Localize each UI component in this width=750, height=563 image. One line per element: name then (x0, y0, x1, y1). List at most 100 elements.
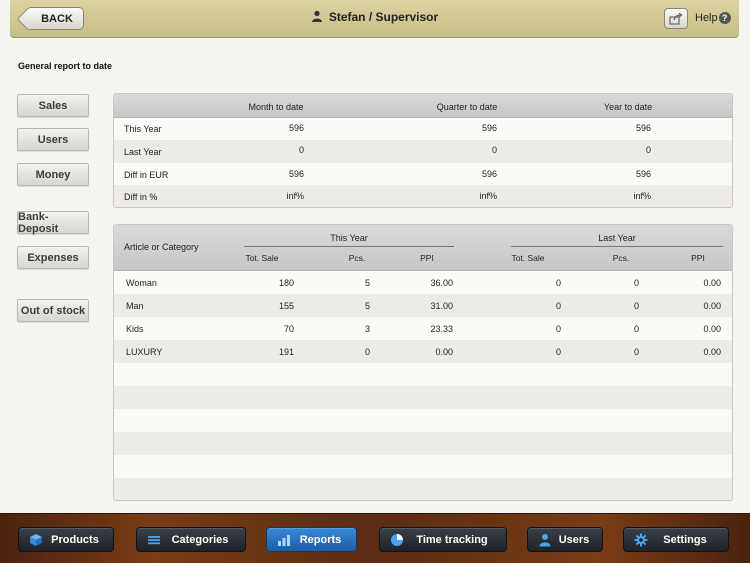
row-name: Kids (126, 324, 144, 334)
sidebar-bank-deposit-button[interactable]: Bank-Deposit (17, 211, 89, 235)
cell-value: 0 (633, 324, 639, 334)
cell-value: 596 (481, 169, 497, 179)
sidebar-expenses-button[interactable]: Expenses (17, 246, 89, 269)
cell-value: 0 (555, 347, 561, 357)
cell-value: 0 (645, 145, 651, 155)
cell-value: 0.00 (435, 347, 453, 357)
empty-row (114, 363, 732, 386)
tab-time-tracking[interactable]: Time tracking (379, 527, 507, 552)
cell-value: 0 (555, 324, 561, 334)
empty-row (114, 409, 732, 432)
cell-value: inf% (479, 191, 497, 201)
cell-value: 596 (635, 123, 651, 133)
col-tot-sale: Tot. Sale (511, 253, 545, 263)
table-row[interactable]: Woman 180 5 36.00 0 0 0.00 (114, 271, 732, 294)
group-this-year: This Year (330, 233, 368, 243)
top-bar: BACK Stefan / Supervisor Help ? (10, 0, 739, 38)
cell-value: 31.00 (430, 301, 453, 311)
empty-row (114, 455, 732, 478)
cell-value: 0 (364, 347, 370, 357)
divider (511, 246, 723, 247)
tab-products[interactable]: Products (18, 527, 114, 552)
row-name: LUXURY (126, 347, 163, 357)
cell-value: 0.00 (703, 278, 721, 288)
divider (244, 246, 454, 247)
cell-value: 5 (364, 301, 370, 311)
cell-value: 0.00 (703, 347, 721, 357)
cell-value: 0.00 (703, 324, 721, 334)
bottom-tab-bar: Products Categories Reports Time trackin… (0, 513, 750, 563)
cell-value: 5 (364, 278, 370, 288)
table-row[interactable]: Kids 70 3 23.33 0 0 0.00 (114, 317, 732, 340)
empty-row (114, 478, 732, 500)
summary-table: Month to date Quarter to date Year to da… (113, 93, 733, 208)
cell-value: 3 (364, 324, 370, 334)
bar-chart-icon (277, 533, 291, 547)
page-title: Stefan / Supervisor (10, 10, 739, 24)
summary-header: Month to date Quarter to date Year to da… (114, 94, 732, 118)
cube-icon (29, 533, 43, 547)
share-button[interactable] (664, 8, 688, 29)
user-icon (311, 10, 323, 22)
cell-value: 0 (555, 278, 561, 288)
cell-value: 0.00 (703, 301, 721, 311)
col-article-or-category: Article or Category (124, 242, 199, 252)
share-icon (669, 12, 683, 25)
tab-reports[interactable]: Reports (266, 527, 357, 552)
col-quarter-to-date: Quarter to date (436, 102, 498, 112)
cell-value: 0 (491, 145, 497, 155)
tab-label: Users (558, 533, 590, 546)
col-ppi: PPI (691, 253, 705, 263)
category-header: Article or Category This Year Last Year … (114, 225, 732, 271)
tab-label: Reports (299, 533, 342, 546)
col-month-to-date: Month to date (248, 102, 304, 112)
cell-value: 596 (481, 123, 497, 133)
summary-row: Diff in EUR 596 596 596 (114, 163, 732, 185)
summary-row: Diff in % inf% inf% inf% (114, 185, 732, 207)
sidebar-out-of-stock-button[interactable]: Out of stock (17, 299, 89, 322)
row-label: Last Year (124, 147, 162, 157)
tab-settings[interactable]: Settings (623, 527, 729, 552)
summary-row: Last Year 0 0 0 (114, 140, 732, 163)
col-tot-sale: Tot. Sale (245, 253, 279, 263)
cell-value: 596 (288, 123, 304, 133)
pie-chart-icon (390, 533, 404, 547)
gear-icon (634, 533, 648, 547)
empty-row (114, 432, 732, 455)
col-pcs: Pcs. (348, 253, 366, 263)
table-row[interactable]: LUXURY 191 0 0.00 0 0 0.00 (114, 340, 732, 363)
row-name: Woman (126, 278, 157, 288)
help-icon: ? (718, 12, 731, 24)
sidebar-sales-button[interactable]: Sales (17, 94, 89, 117)
category-table: Article or Category This Year Last Year … (113, 224, 733, 501)
cell-value: 155 (278, 301, 294, 311)
sidebar-users-button[interactable]: Users (17, 128, 89, 151)
cell-value: 0 (633, 278, 639, 288)
col-year-to-date: Year to date (603, 102, 653, 112)
table-row[interactable]: Man 155 5 31.00 0 0 0.00 (114, 294, 732, 317)
cell-value: 596 (635, 169, 651, 179)
cell-value: 191 (278, 347, 294, 357)
cell-value: 0 (555, 301, 561, 311)
row-label: Diff in % (124, 192, 158, 202)
cell-value: 0 (633, 347, 639, 357)
tab-users[interactable]: Users (527, 527, 603, 552)
col-pcs: Pcs. (612, 253, 630, 263)
cell-value: 0 (298, 145, 304, 155)
cell-value: inf% (633, 191, 651, 201)
summary-row: This Year 596 596 596 (114, 118, 732, 140)
cell-value: inf% (286, 191, 304, 201)
group-last-year: Last Year (598, 233, 636, 243)
help-button[interactable]: Help ? (695, 12, 731, 24)
tab-label: Products (51, 533, 99, 546)
tab-label: Time tracking (416, 533, 488, 546)
cell-value: 180 (278, 278, 294, 288)
user-title-text: Stefan / Supervisor (328, 10, 439, 24)
tab-categories[interactable]: Categories (136, 527, 246, 552)
help-label: Help (695, 12, 718, 24)
row-label: This Year (124, 124, 162, 134)
col-ppi: PPI (420, 253, 434, 263)
row-label: Diff in EUR (124, 170, 169, 180)
sidebar-money-button[interactable]: Money (17, 163, 89, 186)
list-icon (147, 533, 161, 547)
